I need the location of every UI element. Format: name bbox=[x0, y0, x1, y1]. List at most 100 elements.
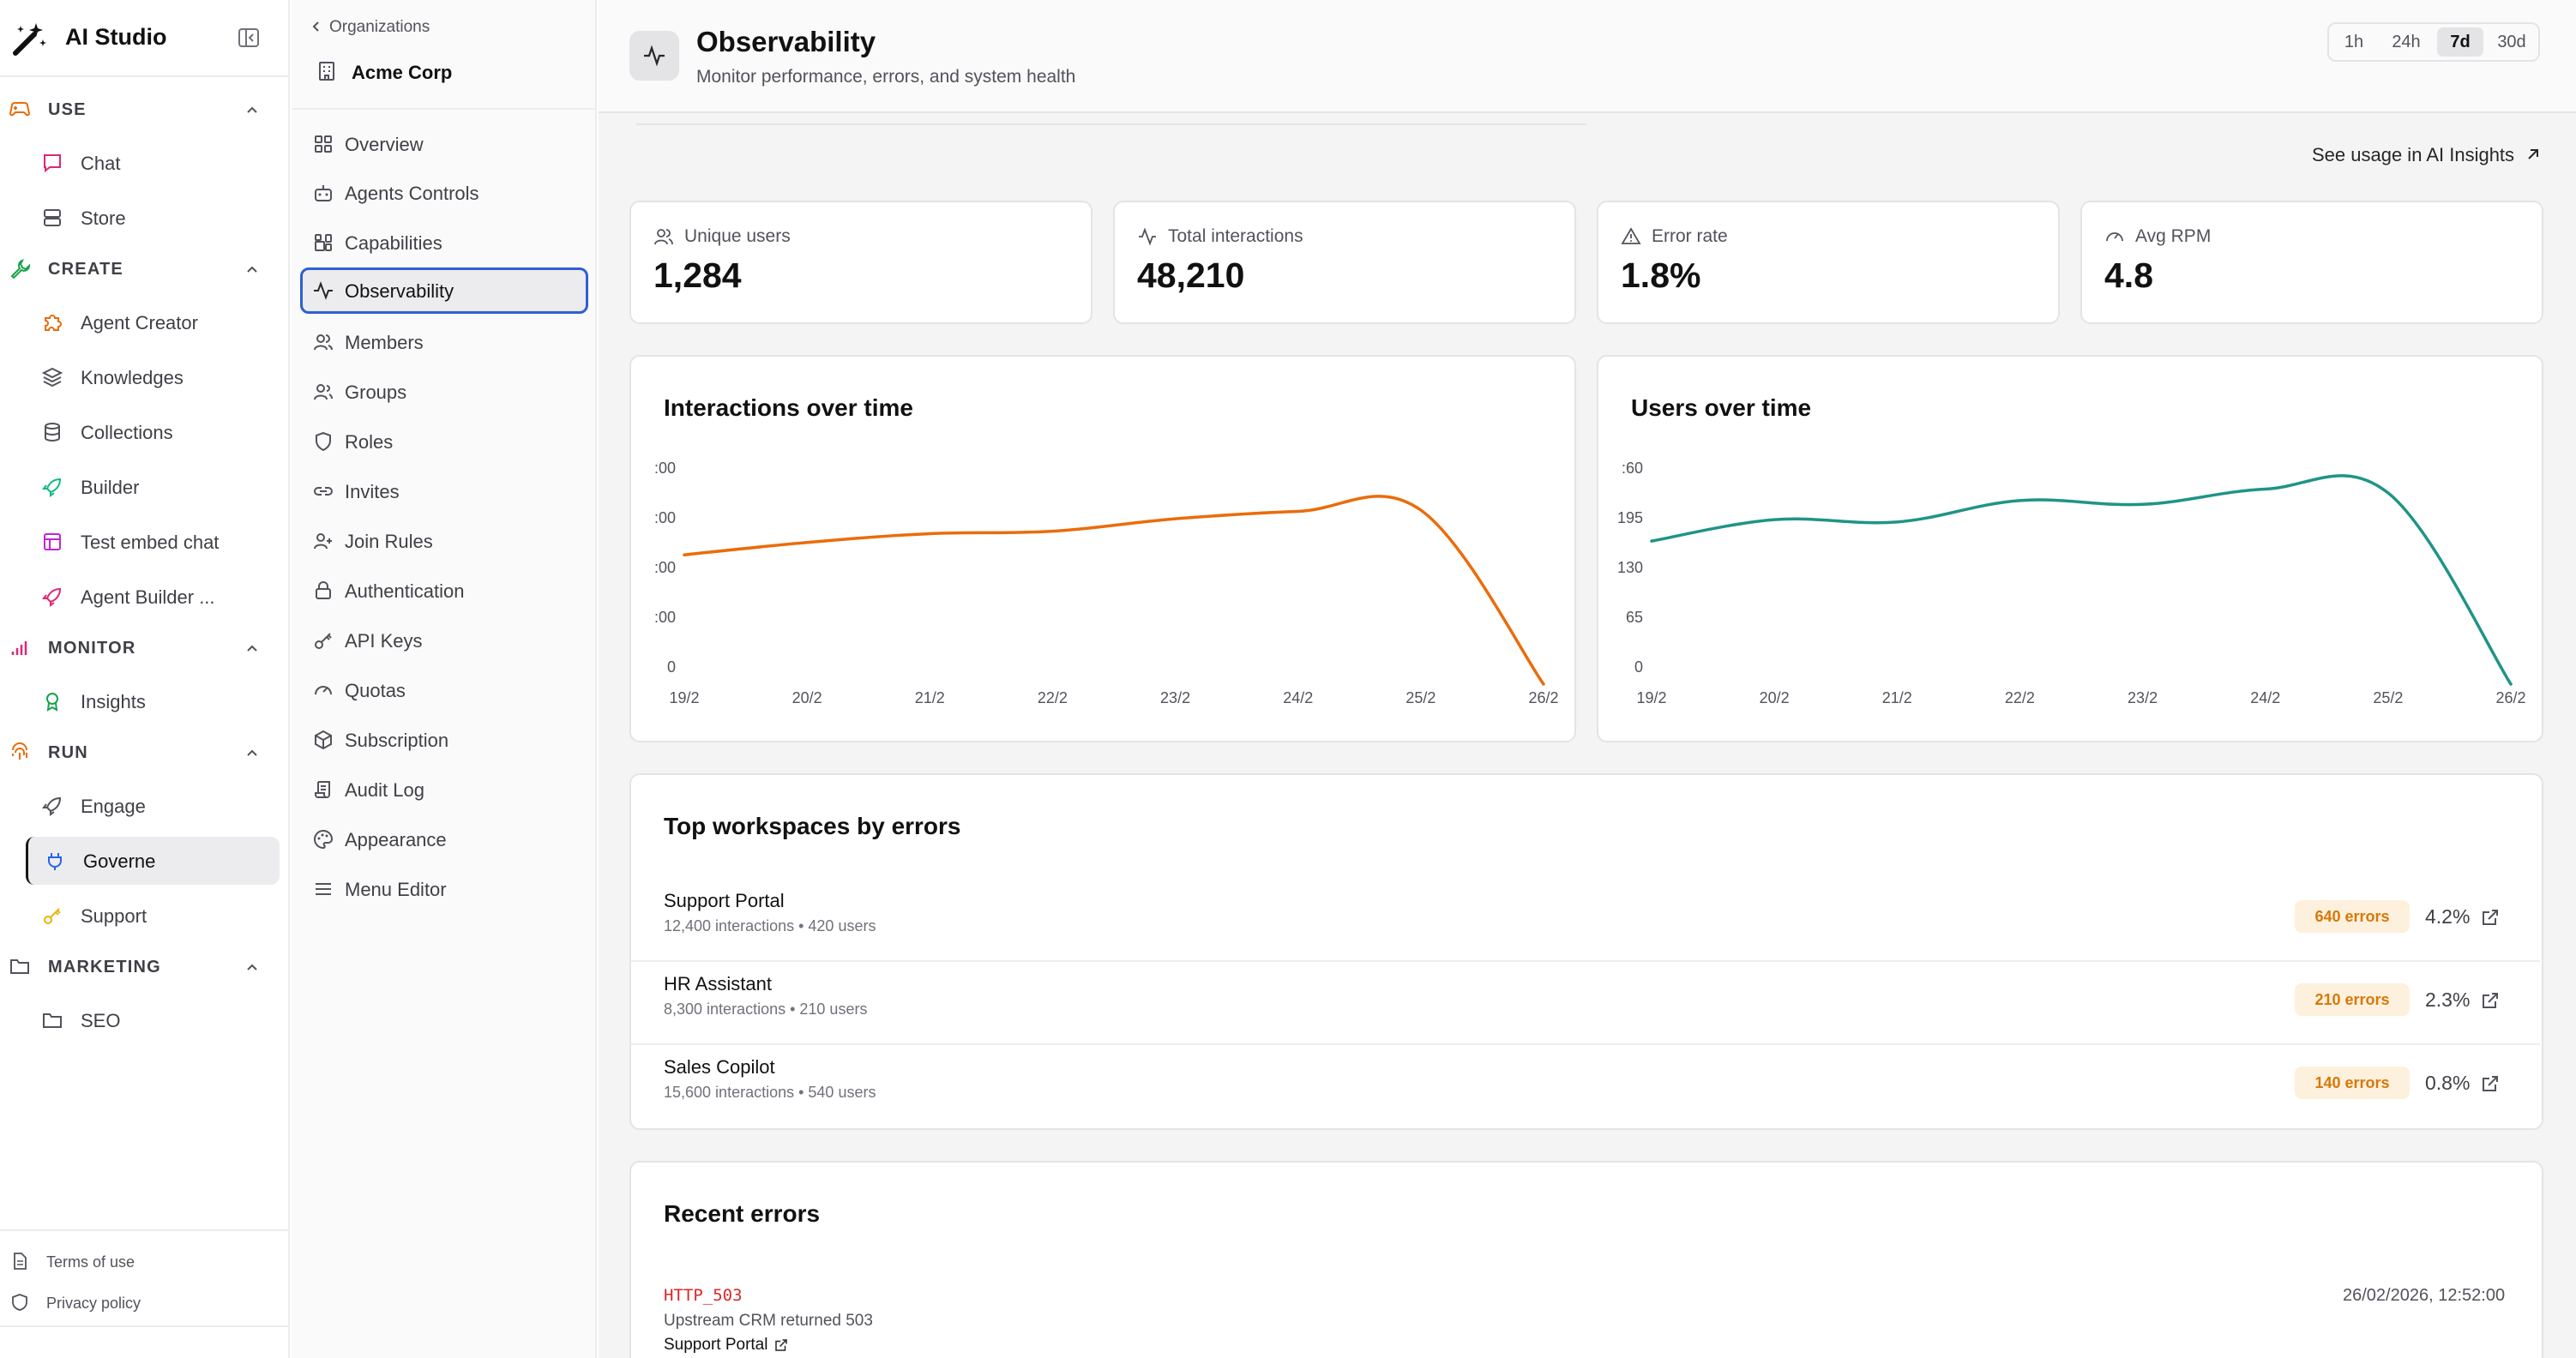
package-icon bbox=[315, 730, 332, 750]
terms-link[interactable]: Terms of use bbox=[0, 1245, 288, 1279]
workspace-name: HR Assistant bbox=[664, 973, 772, 994]
page-title: Observability bbox=[696, 26, 876, 57]
error-message: Upstream CRM returned 503 bbox=[664, 1312, 873, 1330]
chevron-left-icon bbox=[312, 21, 319, 32]
sidebar-item-label: Agent Builder ... bbox=[81, 586, 215, 608]
sidebar-item-chat[interactable]: Chat bbox=[26, 139, 280, 187]
sidebar-item-test-embed-chat[interactable]: Test embed chat bbox=[26, 518, 280, 566]
kpi-value: 1,284 bbox=[653, 255, 742, 295]
activity-icon bbox=[1139, 227, 1156, 246]
x-tick-label: 26/2 bbox=[2495, 689, 2525, 706]
external-link-icon[interactable] bbox=[2480, 1073, 2501, 1094]
org-sidebar: Organizations Acme Corp Overview Agents … bbox=[292, 0, 597, 1358]
terms-label: Terms of use bbox=[46, 1253, 135, 1271]
org-item-invites[interactable]: Invites bbox=[300, 468, 588, 514]
bot-icon bbox=[315, 185, 332, 201]
sidebar-item-builder[interactable]: Builder bbox=[26, 463, 280, 511]
org-item-appearance[interactable]: Appearance bbox=[300, 816, 588, 862]
chart-title: Interactions over time bbox=[664, 394, 913, 421]
workspace-name: Sales Copilot bbox=[664, 1056, 775, 1078]
x-tick-label: 20/2 bbox=[792, 689, 822, 706]
sidebar-collapse-icon[interactable] bbox=[237, 26, 261, 50]
org-item-members[interactable]: Members bbox=[300, 319, 588, 365]
error-percentage: 2.3% bbox=[2425, 988, 2471, 1011]
external-link-icon[interactable] bbox=[2480, 990, 2501, 1011]
org-item-join-rules[interactable]: Join Rules bbox=[300, 518, 588, 564]
x-tick-label: 26/2 bbox=[1528, 689, 1558, 706]
section-use[interactable]: USE bbox=[0, 89, 288, 129]
org-item-label: Audit Log bbox=[345, 779, 424, 801]
org-item-quotas[interactable]: Quotas bbox=[300, 667, 588, 713]
sidebar-item-agent-creator[interactable]: Agent Creator bbox=[26, 298, 280, 346]
workspace-name: Support Portal bbox=[664, 890, 785, 911]
section-run[interactable]: RUN bbox=[0, 732, 288, 772]
y-tick-label: :00 bbox=[654, 460, 676, 477]
org-item-api-keys[interactable]: API Keys bbox=[300, 617, 588, 664]
sidebar-footer-divider bbox=[0, 1325, 288, 1327]
org-item-label: Authentication bbox=[345, 580, 465, 602]
app-sidebar: AI Studio USE Chat Store CREATE Agent Cr… bbox=[0, 0, 290, 1358]
sidebar-item-agent-builder[interactable]: Agent Builder ... bbox=[26, 573, 280, 621]
puzzle-icon bbox=[45, 315, 62, 331]
workspace-row[interactable]: HR Assistant 8,300 interactions • 210 us… bbox=[631, 963, 2540, 1045]
key-icon bbox=[315, 633, 332, 649]
error-count-badge: 210 errors bbox=[2295, 983, 2410, 1016]
activity-icon bbox=[314, 281, 333, 300]
sidebar-item-store[interactable]: Store bbox=[26, 194, 280, 242]
section-label: RUN bbox=[48, 743, 88, 762]
time-range-selector: 1h 24h 7d 30d bbox=[2327, 22, 2540, 62]
workspace-row[interactable]: Sales Copilot 15,600 interactions • 540 … bbox=[631, 1046, 2540, 1128]
sidebar-item-governe[interactable]: Governe bbox=[26, 837, 280, 885]
server-icon bbox=[44, 209, 61, 226]
kpi-total-interactions: Total interactions 48,210 bbox=[1113, 201, 1576, 324]
org-item-subscription[interactable]: Subscription bbox=[300, 717, 588, 763]
chat-bubble-icon bbox=[44, 154, 61, 173]
range-24h[interactable]: 24h bbox=[2379, 27, 2434, 57]
kpi-avg-rpm: Avg RPM 4.8 bbox=[2080, 201, 2543, 324]
org-item-authentication[interactable]: Authentication bbox=[300, 568, 588, 614]
sidebar-item-engage[interactable]: Engage bbox=[26, 782, 280, 830]
org-item-overview[interactable]: Overview bbox=[300, 121, 588, 167]
key-icon bbox=[44, 908, 61, 924]
range-7d[interactable]: 7d bbox=[2437, 27, 2483, 57]
users-icon bbox=[654, 229, 673, 245]
sidebar-item-collections[interactable]: Collections bbox=[26, 408, 280, 456]
org-item-roles[interactable]: Roles bbox=[300, 418, 588, 465]
legal-links: Terms of use Privacy policy bbox=[0, 1229, 288, 1312]
org-item-agents-controls[interactable]: Agents Controls bbox=[300, 170, 588, 216]
org-item-audit-log[interactable]: Audit Log bbox=[300, 766, 588, 813]
x-tick-label: 22/2 bbox=[2005, 689, 2035, 706]
x-tick-label: 24/2 bbox=[1283, 689, 1313, 706]
org-item-label: Menu Editor bbox=[345, 879, 447, 900]
section-monitor[interactable]: MONITOR bbox=[0, 628, 288, 667]
kpi-label: Total interactions bbox=[1168, 226, 1303, 246]
interactions-line-chart: :00:00:00:00 0 19/2 20/2 21/2 22/2 23/2 24/2 25/… bbox=[654, 460, 1559, 706]
scroll-icon bbox=[315, 781, 330, 798]
org-item-groups[interactable]: Groups bbox=[300, 369, 588, 415]
org-item-menu-editor[interactable]: Menu Editor bbox=[300, 866, 588, 912]
link-icon bbox=[314, 487, 333, 496]
sidebar-item-label: Engage bbox=[81, 796, 146, 817]
external-link-icon[interactable] bbox=[2480, 907, 2501, 928]
chevron-up-icon bbox=[247, 106, 257, 113]
section-create[interactable]: CREATE bbox=[0, 249, 288, 288]
folder-icon bbox=[10, 959, 29, 974]
plug-icon bbox=[48, 853, 62, 870]
org-item-label: Roles bbox=[345, 431, 394, 453]
org-name: Acme Corp bbox=[316, 58, 573, 87]
sidebar-item-knowledges[interactable]: Knowledges bbox=[26, 353, 280, 401]
sidebar-item-support[interactable]: Support bbox=[26, 892, 280, 940]
section-marketing[interactable]: MARKETING bbox=[0, 946, 288, 986]
signal-bars-icon bbox=[11, 641, 27, 655]
org-item-capabilities[interactable]: Capabilities bbox=[300, 219, 588, 266]
range-1h[interactable]: 1h bbox=[2332, 27, 2375, 57]
range-30d[interactable]: 30d bbox=[2487, 27, 2537, 57]
workspace-row[interactable]: Support Portal 12,400 interactions • 420… bbox=[631, 880, 2540, 962]
error-percentage: 0.8% bbox=[2425, 1072, 2471, 1094]
error-timestamp: 26/02/2026, 12:52:00 bbox=[2343, 1286, 2506, 1305]
sidebar-item-insights[interactable]: Insights bbox=[26, 677, 280, 725]
sidebar-item-label: Knowledges bbox=[81, 367, 184, 388]
privacy-link[interactable]: Privacy policy bbox=[0, 1286, 288, 1320]
org-item-observability[interactable]: Observability bbox=[300, 267, 588, 314]
sidebar-item-seo[interactable]: SEO bbox=[26, 996, 280, 1044]
